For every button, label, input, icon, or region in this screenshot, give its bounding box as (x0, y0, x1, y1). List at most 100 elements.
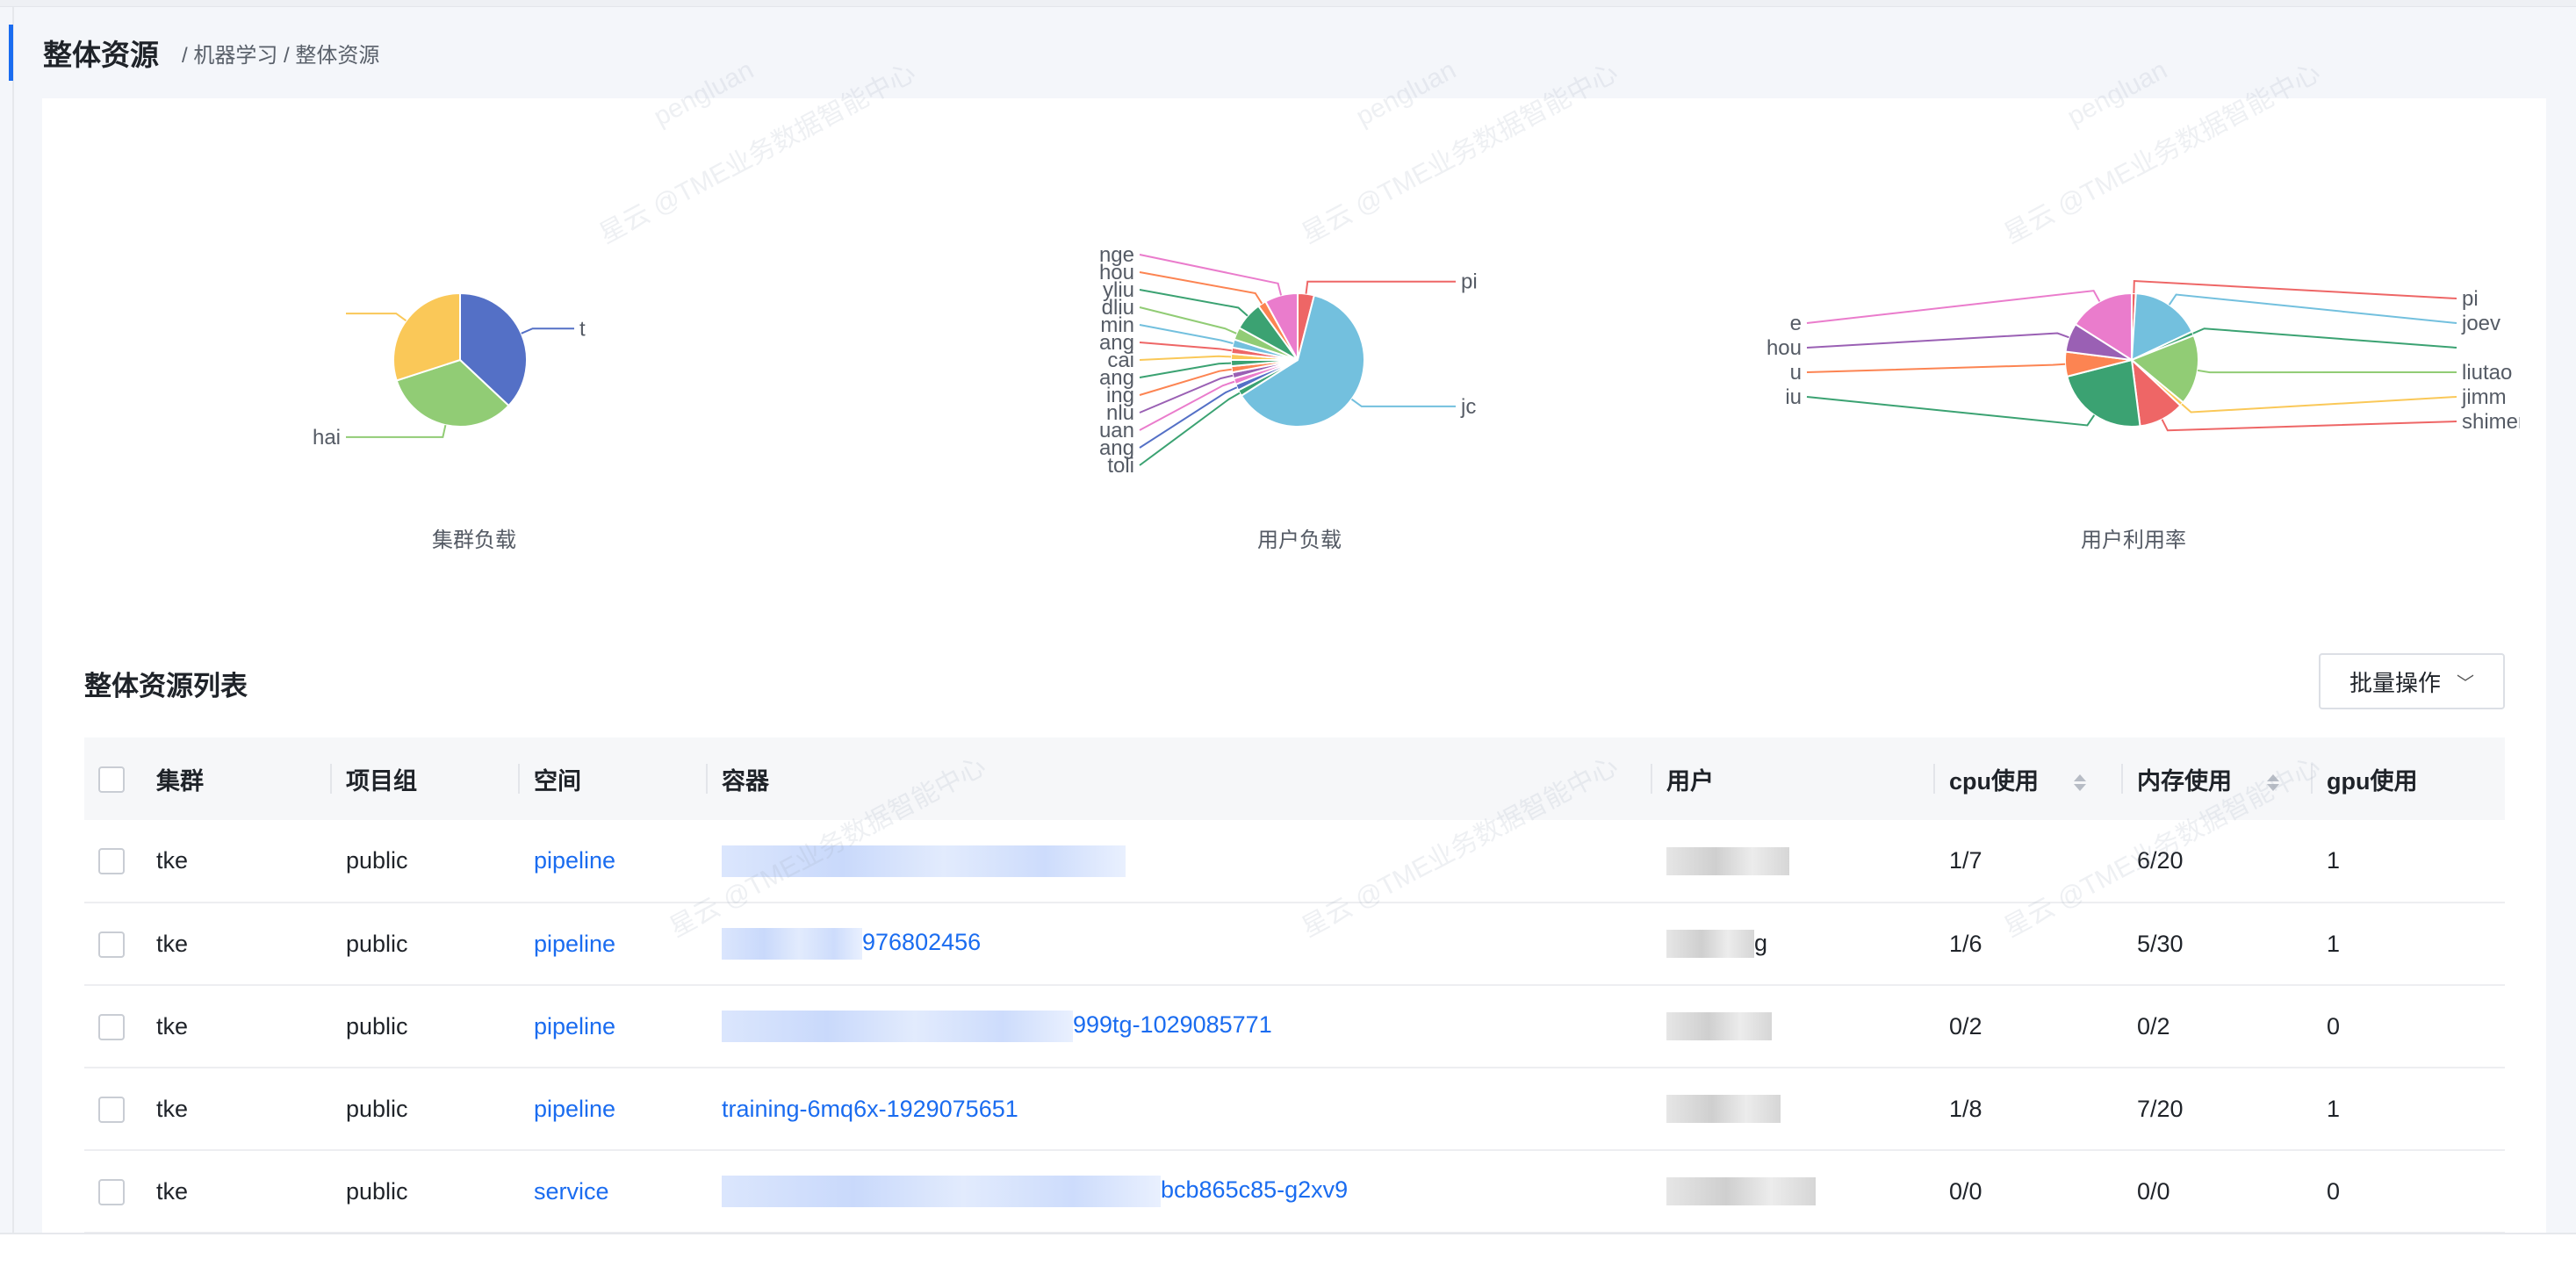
chart-caption-user-load: 用户负载 (1257, 529, 1342, 552)
cell-cluster: tke (156, 1095, 189, 1122)
cell-space[interactable]: pipeline (520, 903, 708, 985)
col-user-label: 用户 (1666, 767, 1714, 795)
cell-mem: 5/30 (2137, 930, 2184, 957)
redacted-block (722, 1176, 1161, 1207)
slice-label: jimm (2461, 385, 2507, 409)
container-link[interactable]: 976802456 (862, 929, 981, 955)
select-all-checkbox[interactable] (98, 766, 125, 793)
cell-gpu: 1 (2327, 930, 2341, 957)
slice-label: pi (1461, 270, 1478, 294)
container-link[interactable]: bcb865c85-g2xv9 (1161, 1176, 1348, 1203)
cell-cluster: tke (156, 1012, 189, 1039)
row-checkbox[interactable] (98, 848, 125, 875)
row-select-cell (84, 985, 142, 1068)
row-checkbox[interactable] (98, 931, 125, 958)
cell-container[interactable]: 976802456 (708, 903, 1652, 985)
cell-container[interactable] (708, 820, 1652, 903)
pie-chart-cluster[interactable]: t hai (263, 228, 685, 518)
pie-chart-user-load[interactable]: pijcngehouyliudliuminangcaiangingnluuana… (1018, 228, 1580, 518)
cell-cluster: tke (156, 930, 189, 957)
page-header: 整体资源 / 机器学习 / 整体资源 (9, 25, 379, 81)
space-link[interactable]: pipeline (534, 1013, 615, 1039)
leader-line (2168, 293, 2457, 324)
pie-chart-user-util[interactable]: pijoev liutaojimmshimen ehouuiu (1747, 228, 2529, 518)
table-row: tke public pipeline training-6mq6x-19290756… (84, 1068, 2505, 1150)
cell-container[interactable]: bcb865c85-g2xv9 (708, 1150, 1652, 1233)
leader-line (1139, 254, 1283, 296)
resource-table: 集群 项目组 空间 容器 用户 cpu使用 内存使用 gpu使用 tke publ… (84, 737, 2505, 1234)
list-title: 整体资源列表 (84, 671, 248, 701)
col-group: 项目组 (332, 737, 520, 820)
cell-space[interactable]: service (520, 1150, 708, 1233)
col-cpu-label: cpu使用 (1949, 767, 2040, 795)
cell-group: public (346, 1095, 408, 1122)
slice-label: liutao (2462, 361, 2512, 385)
space-link[interactable]: service (534, 1178, 609, 1205)
col-cluster: 集群 (142, 737, 332, 820)
col-container: 容器 (708, 737, 1652, 820)
col-mem-label: 内存使用 (2137, 767, 2232, 795)
col-space-label: 空间 (534, 767, 581, 795)
container-link[interactable]: 999tg-1029085771 (1073, 1011, 1272, 1038)
slice-label: u (1790, 361, 1802, 385)
table-row: tke public pipeline 999tg-1029085771 0/2 0/2 0 (84, 985, 2505, 1068)
leader-line (2197, 369, 2457, 374)
cell-cpu: 0/0 (1949, 1177, 1982, 1205)
user-name: g (1754, 929, 1768, 956)
leader-line (1806, 396, 2096, 427)
cell-gpu: 1 (2327, 1095, 2341, 1122)
cell-user (1652, 1150, 1935, 1233)
cell-container[interactable]: 999tg-1029085771 (708, 985, 1652, 1068)
col-cpu[interactable]: cpu使用 (1935, 737, 2123, 820)
left-divider (12, 7, 14, 1266)
table-row: tke public pipeline 1/7 6/20 1 (84, 820, 2505, 903)
redacted-block (1666, 1095, 1781, 1124)
leader-line (1806, 332, 2069, 349)
cell-space[interactable]: pipeline (520, 985, 708, 1068)
container-link[interactable]: training-6mq6x-1929075651 (722, 1096, 1018, 1122)
space-link[interactable]: pipeline (534, 1096, 615, 1122)
leader-line (2192, 327, 2457, 349)
table-row: tke public service bcb865c85-g2xv9 0/0 0/0 0 (84, 1150, 2505, 1233)
batch-operation-button[interactable]: 批量操作 ﹀ (2319, 653, 2505, 709)
slice-label: t (579, 317, 586, 341)
redacted-block (722, 1011, 1073, 1042)
leader-line (346, 313, 407, 322)
cell-container[interactable]: training-6mq6x-1929075651 (708, 1068, 1652, 1150)
chart-user-load: pi jc nge hou yliu dliu min ang cai ang ing nlu uan a… (1018, 228, 1580, 553)
row-select-cell (84, 820, 142, 903)
slice-label: shimen (2462, 410, 2520, 434)
space-link[interactable]: pipeline (534, 847, 615, 874)
cell-group: public (346, 847, 408, 874)
cell-user (1652, 1068, 1935, 1150)
leader-line (1139, 355, 1232, 361)
sort-icon[interactable] (2267, 773, 2279, 791)
leader-line (2181, 396, 2457, 414)
breadcrumb: / 机器学习 / 整体资源 (182, 43, 380, 68)
cell-space[interactable]: pipeline (520, 1068, 708, 1150)
col-group-label: 项目组 (346, 767, 417, 795)
row-checkbox[interactable] (98, 1013, 125, 1040)
cell-cluster: tke (156, 847, 189, 874)
cell-mem: 0/2 (2137, 1012, 2170, 1039)
slice-label: pi (2462, 287, 2479, 311)
row-checkbox[interactable] (98, 1096, 125, 1123)
cell-gpu: 0 (2327, 1177, 2341, 1205)
cell-cpu: 1/7 (1949, 847, 1982, 874)
table-row: tke public pipeline 976802456 g 1/6 5/30 1 (84, 903, 2505, 985)
leader-line (1139, 362, 1232, 378)
space-link[interactable]: pipeline (534, 931, 615, 957)
slice-label: toli (1107, 454, 1134, 478)
col-mem[interactable]: 内存使用 (2123, 737, 2313, 820)
cell-group: public (346, 930, 408, 957)
row-checkbox[interactable] (98, 1178, 125, 1205)
chart-cluster-load: t hai 集群负载 (263, 228, 685, 553)
row-select-cell (84, 903, 142, 985)
leader-line (1305, 280, 1456, 294)
cell-space[interactable]: pipeline (520, 820, 708, 903)
sort-icon[interactable] (2074, 773, 2087, 791)
chart-user-util: pijoev liutaojimmshimen ehouuiu 用户利用率 (1747, 228, 2529, 553)
redacted-block (1666, 846, 1789, 875)
cell-cpu: 1/6 (1949, 930, 1982, 957)
redacted-block (1666, 930, 1754, 959)
